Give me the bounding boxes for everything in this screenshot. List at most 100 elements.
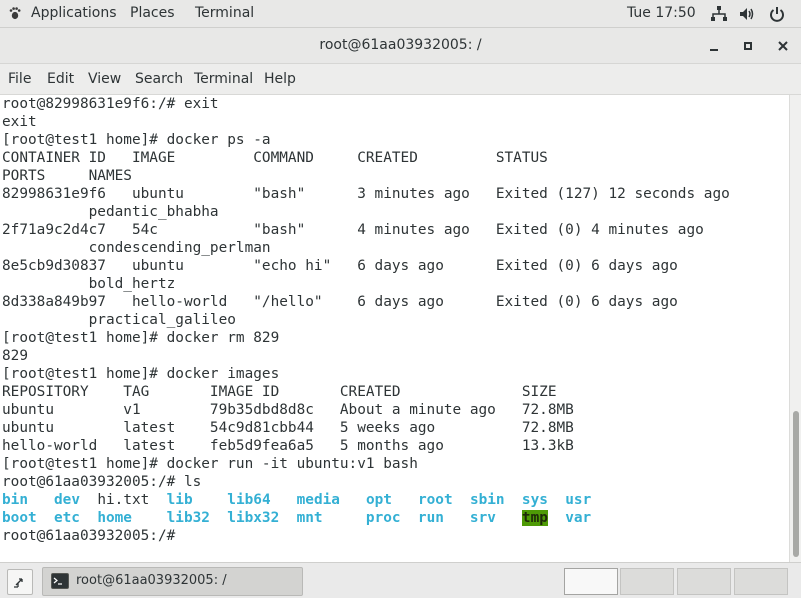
terminal-line: 2f71a9c2d4c7 54c "bash" 4 minutes ago Ex… <box>2 222 704 238</box>
scrollbar-thumb[interactable] <box>793 411 799 557</box>
menu-terminal[interactable]: Terminal <box>194 71 253 87</box>
terminal-line: [root@test1 home]# docker rm 829 <box>2 330 280 346</box>
terminal-line: ubuntu v1 79b35dbd8d8c About a minute ag… <box>2 402 574 418</box>
terminal-line: [root@test1 home]# docker ps -a <box>2 132 271 148</box>
ls-separator <box>210 510 227 526</box>
top-panel: Applications Places Terminal Tue 17:50 <box>0 0 801 28</box>
terminal-line: [root@test1 home]# docker images <box>2 366 280 382</box>
show-desktop-icon <box>14 578 23 588</box>
ls-separator <box>401 510 418 526</box>
ls-separator <box>548 492 565 508</box>
places-menu[interactable]: Places <box>130 5 175 21</box>
terminal-icon <box>51 573 69 589</box>
close-button[interactable] <box>771 34 795 58</box>
ls-output-line: bin dev hi.txt lib lib64 media opt root … <box>2 491 730 509</box>
ls-directory-entry: root <box>417 492 453 508</box>
ls-entry-highlighted: tmp <box>521 510 548 526</box>
ls-directory-entry: libx32 <box>227 510 280 526</box>
terminal-line: root@61aa03932005:/# ls <box>2 474 202 490</box>
ls-directory-entry: media <box>296 492 340 508</box>
terminal-line: ubuntu latest 54c9d81cbb44 5 weeks ago 7… <box>2 420 574 436</box>
terminal-line: 82998631e9f6 ubuntu "bash" 3 minutes ago… <box>2 186 730 202</box>
minimize-icon <box>710 49 718 51</box>
close-icon <box>778 41 788 51</box>
ls-separator <box>37 510 54 526</box>
ls-separator <box>496 510 522 526</box>
ls-directory-entry: bin <box>2 492 28 508</box>
ls-directory-entry: sbin <box>469 492 505 508</box>
terminal-line: PORTS NAMES <box>2 168 132 184</box>
gnome-foot-icon <box>9 7 21 20</box>
applications-menu[interactable]: Applications <box>31 5 117 21</box>
ls-separator <box>193 492 228 508</box>
terminal-line: pedantic_bhabha <box>2 204 219 220</box>
ls-directory-entry: usr <box>565 492 592 508</box>
menu-search[interactable]: Search <box>135 71 183 87</box>
ls-separator <box>444 510 470 526</box>
ls-directory-entry: dev <box>54 492 80 508</box>
ls-separator <box>340 492 366 508</box>
ls-directory-entry: lib64 <box>227 492 271 508</box>
terminal-text: root@82998631e9f6:/# exit exit [root@tes… <box>2 95 730 545</box>
terminal-line: [root@test1 home]# docker run -it ubuntu… <box>2 456 418 472</box>
workspace-4[interactable] <box>734 568 788 595</box>
terminal-line: bold_hertz <box>2 276 176 292</box>
terminal-line: REPOSITORY TAG IMAGE ID CREATED SIZE <box>2 384 557 400</box>
terminal-prompt-line: root@61aa03932005:/# <box>2 528 184 544</box>
ls-directory-entry: mnt <box>296 510 323 526</box>
ls-separator <box>132 510 167 526</box>
workspace-3[interactable] <box>677 568 731 595</box>
workspace-1[interactable] <box>564 568 618 595</box>
bottom-panel: root@61aa03932005: / <box>0 562 801 598</box>
ls-directory-entry: sys <box>521 492 548 508</box>
ls-separator <box>323 510 366 526</box>
terminal-scrollbar[interactable] <box>789 95 801 562</box>
terminal-line: hello-world latest feb5d9fea6a5 5 months… <box>2 438 574 454</box>
ls-directory-entry: home <box>97 510 132 526</box>
terminal-app-menu[interactable]: Terminal <box>195 5 254 21</box>
maximize-button[interactable] <box>736 34 760 58</box>
ls-separator <box>548 510 565 526</box>
ls-separator <box>80 510 97 526</box>
taskbar-window-label: root@61aa03932005: / <box>76 573 227 588</box>
terminal-output[interactable]: root@82998631e9f6:/# exit exit [root@tes… <box>0 95 789 562</box>
window-title: root@61aa03932005: / <box>319 37 482 53</box>
ls-directory-entry: etc <box>53 510 80 526</box>
ls-directory-entry: var <box>565 510 592 526</box>
terminal-line: exit <box>2 114 37 130</box>
terminal-line: practical_galileo <box>2 312 236 328</box>
terminal-line: root@82998631e9f6:/# exit <box>2 96 219 112</box>
ls-directory-entry: boot <box>2 510 37 526</box>
taskbar-window-terminal[interactable]: root@61aa03932005: / <box>42 567 303 596</box>
minimize-button[interactable] <box>702 34 726 58</box>
clock[interactable]: Tue 17:50 <box>627 5 696 21</box>
ls-separator <box>80 492 97 508</box>
menu-bar: File Edit View Search Terminal Help <box>0 64 801 95</box>
terminal-line: 8d338a849b97 hello-world "/hello" 6 days… <box>2 294 678 310</box>
ls-directory-entry: lib32 <box>166 510 210 526</box>
ls-separator <box>271 492 297 508</box>
ls-separator <box>453 492 470 508</box>
ls-separator <box>279 510 296 526</box>
terminal-line: 8e5cb9d30837 ubuntu "echo hi" 6 days ago… <box>2 258 678 274</box>
volume-icon[interactable] <box>738 5 756 23</box>
network-icon[interactable] <box>710 5 728 23</box>
menu-help[interactable]: Help <box>264 71 296 87</box>
ls-output-line: boot etc home lib32 libx32 mnt proc run … <box>2 509 730 527</box>
ls-directory-entry: proc <box>365 510 401 526</box>
ls-separator <box>505 492 522 508</box>
ls-file-entry: hi.txt <box>97 492 150 508</box>
menu-edit[interactable]: Edit <box>47 71 74 87</box>
terminal-line: CONTAINER ID IMAGE COMMAND CREATED STATU… <box>2 150 548 166</box>
ls-directory-entry: srv <box>469 510 496 526</box>
terminal-line: condescending_perlman <box>2 240 271 256</box>
power-icon[interactable] <box>768 5 786 23</box>
menu-view[interactable]: View <box>88 71 121 87</box>
terminal-line: 829 <box>2 348 28 364</box>
workspace-2[interactable] <box>620 568 674 595</box>
menu-file[interactable]: File <box>8 71 31 87</box>
ls-directory-entry: opt <box>365 492 392 508</box>
ls-separator <box>149 492 166 508</box>
window-titlebar[interactable]: root@61aa03932005: / <box>0 28 801 64</box>
show-desktop-button[interactable] <box>7 569 33 595</box>
